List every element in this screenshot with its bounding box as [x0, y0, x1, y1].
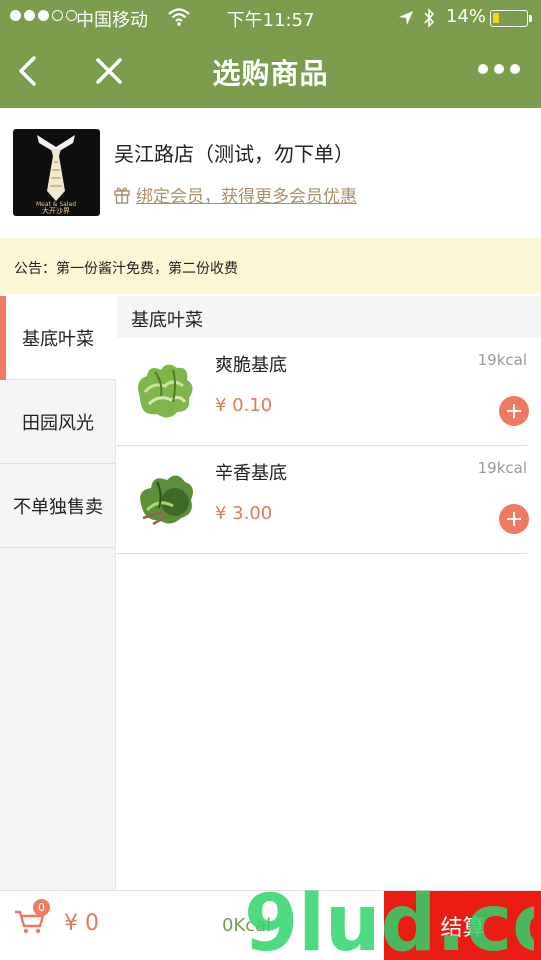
location-arrow-icon: [399, 11, 413, 25]
sidebar-item-leafy-base[interactable]: 基底叶菜: [0, 296, 116, 380]
nav-bar: 选购商品: [0, 36, 541, 108]
more-dots-icon[interactable]: [478, 64, 520, 74]
store-logo: Meat & Salad 大开沙界: [13, 129, 100, 216]
top-bar: 中国移动 下午11:57 14% 选购商品: [0, 0, 541, 108]
bottom-cart-bar: 0 ¥ 0 0Kcal 结算: [0, 890, 541, 960]
active-indicator: [0, 296, 6, 380]
store-header: Meat & Salad 大开沙界 吴江路店（测试，勿下单） 绑定会员，获得更多…: [0, 108, 541, 238]
sidebar-item-countryside[interactable]: 田园风光: [0, 380, 116, 464]
add-to-cart-icon[interactable]: [499, 396, 529, 426]
product-image-lettuce: [138, 364, 193, 418]
member-link-label[interactable]: 绑定会员，获得更多会员优惠: [136, 182, 357, 207]
product-price: ¥ 3.00: [215, 503, 273, 524]
bluetooth-icon: [424, 8, 435, 28]
battery-icon: [490, 10, 532, 27]
sidebar-item-label: 田园风光: [22, 412, 94, 434]
category-title: 基底叶菜: [117, 296, 541, 338]
bind-member-link[interactable]: 绑定会员，获得更多会员优惠: [114, 182, 357, 207]
add-to-cart-icon[interactable]: [499, 504, 529, 534]
sidebar-item-not-sold-separately[interactable]: 不单独售卖: [0, 464, 116, 548]
product-name: 爽脆基底: [215, 355, 287, 376]
kcal-total: 0Kcal: [222, 915, 272, 936]
gift-icon: [114, 186, 130, 204]
product-kcal: 19kcal: [477, 459, 527, 477]
product-price: ¥ 0.10: [215, 395, 273, 416]
cart-total: ¥ 0: [64, 911, 99, 936]
product-item[interactable]: 爽脆基底 19kcal ¥ 0.10: [117, 338, 529, 446]
page-title: 选购商品: [212, 57, 329, 90]
logo-text: 大开沙界: [42, 206, 70, 215]
product-name: 辛香基底: [215, 463, 287, 484]
cart-count-badge: 0: [33, 899, 50, 916]
store-name: 吴江路店（测试，勿下单）: [114, 142, 354, 166]
checkout-button[interactable]: 结算: [384, 891, 541, 960]
battery-percent: 14%: [446, 6, 487, 27]
product-item[interactable]: 辛香基底 19kcal ¥ 3.00: [117, 446, 529, 554]
sidebar-item-label: 基底叶菜: [22, 328, 94, 350]
status-bar: 中国移动 下午11:57 14%: [0, 0, 541, 36]
announcement-banner: 公告：第一份酱汁免费，第二份收费: [0, 238, 541, 294]
category-sidebar: 基底叶菜 田园风光 不单独售卖: [0, 296, 116, 890]
sidebar-item-label: 不单独售卖: [13, 496, 103, 518]
product-image-greens: [140, 475, 193, 526]
product-kcal: 19kcal: [477, 351, 527, 369]
